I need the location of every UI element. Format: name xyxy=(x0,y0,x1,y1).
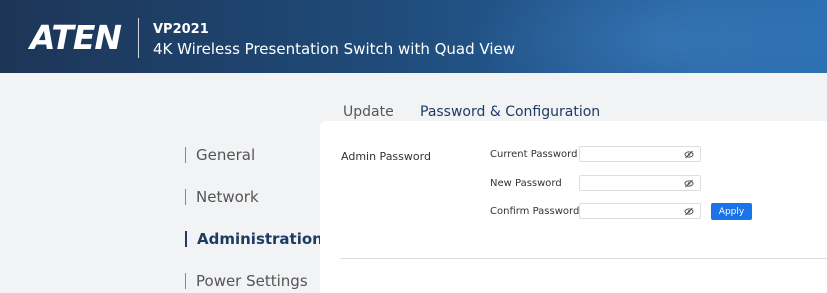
sidebar-item-general[interactable]: General xyxy=(185,147,255,163)
sidebar-item-network[interactable]: Network xyxy=(185,189,259,205)
confirm-password-input[interactable] xyxy=(580,209,688,224)
header-divider xyxy=(138,18,139,58)
tab-update[interactable]: Update xyxy=(343,104,394,120)
new-password-field[interactable] xyxy=(579,175,701,196)
current-password-label: Current Password xyxy=(490,149,578,160)
section-divider xyxy=(340,258,827,259)
app-header: ATEN VP2021 4K Wireless Presentation Swi… xyxy=(0,0,827,73)
confirm-password-field[interactable] xyxy=(579,203,701,224)
confirm-password-label: Confirm Password xyxy=(490,206,580,217)
aten-logo: ATEN xyxy=(30,17,122,57)
new-password-label: New Password xyxy=(490,178,562,189)
apply-button[interactable]: Apply xyxy=(711,203,752,220)
model-name: VP2021 xyxy=(153,22,209,37)
eye-slash-icon[interactable] xyxy=(684,179,694,188)
eye-slash-icon[interactable] xyxy=(684,150,694,159)
sidebar-item-power-settings[interactable]: Power Settings xyxy=(185,273,308,289)
sidebar-item-administration[interactable]: Administration xyxy=(185,231,323,247)
current-password-field[interactable] xyxy=(579,146,701,167)
new-password-input[interactable] xyxy=(580,181,688,196)
admin-password-label: Admin Password xyxy=(341,150,431,163)
header-decoration xyxy=(467,0,827,73)
product-name: 4K Wireless Presentation Switch with Qua… xyxy=(153,40,515,58)
eye-slash-icon[interactable] xyxy=(684,207,694,216)
current-password-input[interactable] xyxy=(580,152,688,167)
logo-text: ATEN xyxy=(30,17,122,57)
